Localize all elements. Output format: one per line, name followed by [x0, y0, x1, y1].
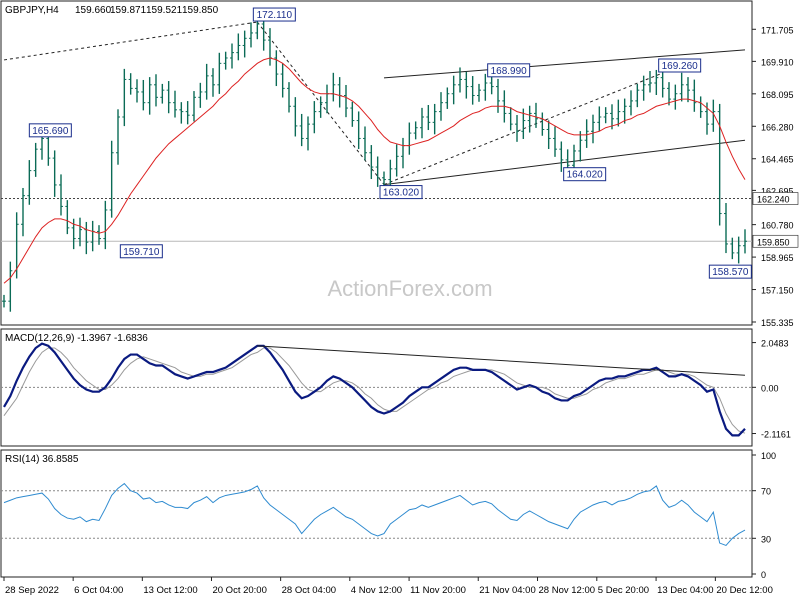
price-axis-label: 168.095: [761, 90, 794, 100]
time-axis-label: 21 Nov 04:00: [479, 585, 536, 596]
price-axis-label: 158.965: [761, 253, 794, 263]
chart-root: ActionForex.com 172.110 165.690 159.710 163…: [0, 0, 800, 600]
price-axis-label: 160.780: [761, 221, 794, 231]
price-axis-label: 171.705: [761, 25, 794, 35]
price-annotation-label: 159.710: [123, 247, 160, 258]
ohlc-open: 159.660: [75, 5, 112, 16]
support-level-tag-label: 162.240: [757, 195, 790, 205]
time-axis-label: 11 Nov 20:00: [410, 585, 466, 596]
macd-axis-label: -2.1161: [761, 430, 791, 440]
price-axis-label: 164.465: [761, 155, 794, 165]
macd-axis-label: 2.0483: [761, 339, 789, 349]
time-axis-label: 6 Oct 04:00: [74, 585, 123, 596]
rsi-axis-label: 0: [761, 570, 766, 580]
ohlc-close: 159.850: [182, 5, 219, 16]
rsi-panel: [0, 449, 753, 578]
rsi-axis-label: 70: [761, 487, 771, 497]
price-annotation-label: 168.990: [491, 66, 528, 77]
watermark: ActionForex.com: [327, 276, 492, 301]
time-axis-label: 13 Oct 12:00: [143, 585, 197, 596]
price-annotation-label: 172.110: [257, 10, 293, 21]
price-axis-label: 169.910: [761, 57, 794, 67]
price-axis-label: 155.335: [761, 318, 794, 328]
price-axis-label: 166.280: [761, 122, 794, 132]
time-axis-label: 4 Nov 12:00: [351, 585, 402, 596]
time-axis-label: 28 Sep 2022: [5, 585, 59, 596]
time-axis-label: 13 Dec 04:00: [657, 585, 714, 596]
chart-svg: ActionForex.com 172.110 165.690 159.710 163…: [0, 0, 799, 596]
ohlc-high: 159.871: [110, 5, 147, 16]
rsi-axis-label: 100: [761, 451, 776, 461]
price-annotation-label: 163.020: [383, 188, 420, 199]
chart-header: GBPJPY,H4 159.660 159.871 159.521 159.85…: [5, 5, 219, 16]
price-annotation-label: 169.260: [662, 61, 699, 72]
price-annotation-label: 164.020: [567, 170, 604, 181]
time-axis-label: 20 Dec 12:00: [716, 585, 773, 596]
time-axis-label: 5 Dec 20:00: [598, 585, 649, 596]
macd-title: MACD(12,26,9) -1.3967 -1.6836: [5, 333, 148, 344]
time-axis-label: 28 Nov 12:00: [539, 585, 596, 596]
macd-axis-label: 0.00: [761, 383, 779, 393]
time-axis-label: 20 Oct 20:00: [212, 585, 266, 596]
rsi-axis-label: 30: [761, 534, 771, 544]
price-annotation-label: 165.690: [32, 126, 69, 137]
price-axis-label: 157.150: [761, 286, 794, 296]
current-price-tag-label: 159.850: [757, 237, 790, 247]
ohlc-low: 159.521: [146, 5, 183, 16]
time-axis-label: 28 Oct 04:00: [282, 585, 336, 596]
rsi-title: RSI(14) 36.8585: [5, 454, 79, 465]
price-annotation-label: 158.570: [712, 267, 749, 278]
symbol-label: GBPJPY,H4: [5, 5, 59, 16]
